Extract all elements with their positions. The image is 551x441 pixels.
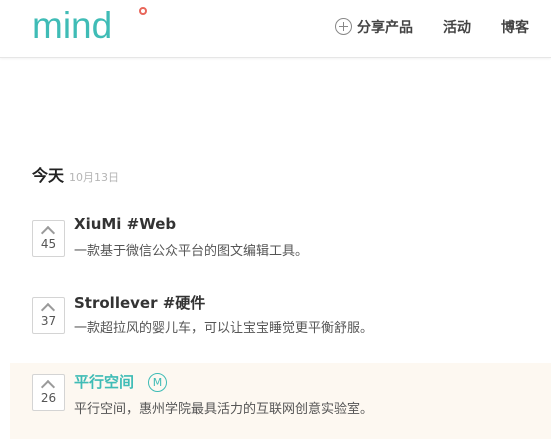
day-date: 10月13日 bbox=[69, 171, 120, 184]
product-title[interactable]: Strollever #硬件 bbox=[74, 292, 205, 313]
share-product-label: 分享产品 bbox=[357, 20, 413, 36]
product-item: 45 XiuMi #Web 一款基于微信公众平台的图文编辑工具。 bbox=[10, 214, 551, 290]
vote-count: 45 bbox=[40, 237, 57, 251]
product-description: 一款超拉风的婴儿车，可以让宝宝睡觉更平衡舒服。 bbox=[74, 321, 374, 336]
logo-dot-icon bbox=[139, 7, 147, 15]
product-description: 一款基于微信公众平台的图文编辑工具。 bbox=[74, 244, 309, 259]
plus-circle-icon bbox=[335, 18, 352, 35]
vote-count: 26 bbox=[40, 391, 57, 405]
upvote-button[interactable]: 45 bbox=[32, 220, 65, 257]
day-heading: 今天 10月13日 bbox=[32, 162, 119, 186]
logo[interactable]: mind bbox=[32, 4, 112, 48]
product-description: 平行空间，惠州学院最具活力的互联网创意实验室。 bbox=[74, 402, 374, 417]
nav-activity-link[interactable]: 活动 bbox=[443, 18, 471, 38]
maker-badge: M bbox=[148, 373, 167, 392]
site-header: mind 分享产品 活动 博客 bbox=[0, 0, 551, 58]
upvote-button[interactable]: 26 bbox=[32, 374, 65, 411]
vote-count: 37 bbox=[40, 314, 57, 328]
nav-blog-link[interactable]: 博客 bbox=[501, 18, 529, 38]
upvote-button[interactable]: 37 bbox=[32, 297, 65, 334]
product-item: 37 Strollever #硬件 一款超拉风的婴儿车，可以让宝宝睡觉更平衡舒服… bbox=[10, 291, 551, 367]
day-label: 今天 bbox=[32, 166, 65, 185]
product-title[interactable]: XiuMi #Web bbox=[74, 215, 176, 233]
product-title[interactable]: 平行空间 bbox=[74, 371, 134, 392]
product-item-highlighted: 26 平行空间 M 平行空间，惠州学院最具活力的互联网创意实验室。 bbox=[10, 363, 551, 439]
share-product-link[interactable]: 分享产品 bbox=[335, 18, 413, 38]
